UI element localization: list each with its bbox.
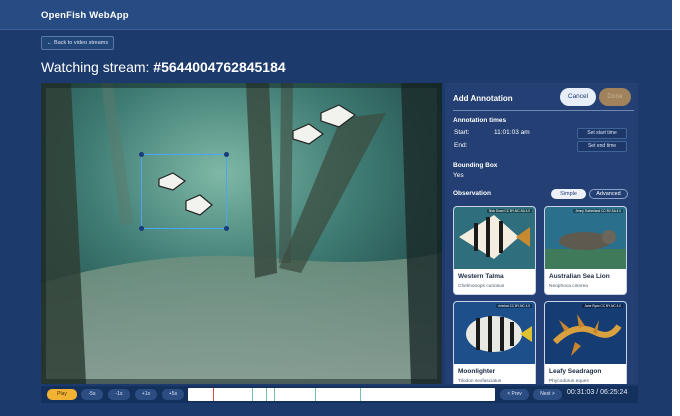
species-name: Western Talma [458,273,504,280]
bounding-box-value: Yes [453,172,464,179]
skip-back-5s-button[interactable]: -5s [81,389,103,400]
photo-credit: Jane Ryan CC BY-NC 4.0 [582,304,623,308]
species-photo: Jane Ryan CC BY-NC 4.0 [545,302,626,364]
observation-heading: Observation [453,190,491,197]
bounding-box-heading: Bounding Box [453,162,498,169]
current-time: 00:31:03 [567,389,595,396]
species-scientific: Tilodon sexfasciatus [458,379,502,384]
timeline-scrubber[interactable] [188,388,495,401]
set-start-time-button[interactable]: Set start time [577,128,627,139]
video-player[interactable] [41,83,442,384]
photo-credit: riverkat CC BY-NC 4.0 [496,304,532,308]
photo-credit: Nick Doan CC BY-NC-SA 4.0 [486,209,532,213]
annotation-marker[interactable] [360,388,361,401]
species-photo: Jenny Sutherland CC BY-SA 4.0 [545,207,626,269]
video-frame [41,83,442,384]
annotation-marker[interactable] [266,388,267,401]
skip-forward-1s-button[interactable]: +1s [135,389,157,400]
stream-id: #5644004762845184 [153,59,286,75]
playback-controls: Play -5s -1s +1s +5s < Prev Next > 00:31… [41,386,638,403]
species-scientific: Phycodurus eques [549,379,589,384]
photo-credit: Jenny Sutherland CC BY-SA 4.0 [573,209,623,213]
playhead-marker [213,388,214,401]
start-label: Start: [454,129,470,136]
bounding-box[interactable] [139,152,229,231]
window-edge [672,0,680,416]
species-photo: riverkat CC BY-NC 4.0 [454,302,535,364]
species-card[interactable]: Nick Doan CC BY-NC-SA 4.0 Western Talma … [453,206,536,295]
annotation-marker[interactable] [274,388,275,401]
species-card[interactable]: Jane Ryan CC BY-NC 4.0 Leafy Seadragon P… [544,301,627,384]
annotation-heading: Add Annotation [453,94,513,103]
end-label: End: [454,142,468,149]
species-scientific: Chelmonops curiosus [458,284,505,289]
species-card[interactable]: riverkat CC BY-NC 4.0 Moonlighter Tilodo… [453,301,536,384]
set-end-time-button[interactable]: Set end time [577,141,627,152]
cancel-button[interactable]: Cancel [560,88,596,106]
annotation-marker[interactable] [252,388,253,401]
mode-advanced-toggle[interactable]: Advanced [589,189,628,199]
page-title-prefix: Watching stream: [41,59,154,75]
top-bar: OpenFish WebApp [0,0,672,30]
species-photo: Nick Doan CC BY-NC-SA 4.0 [454,207,535,269]
panel-divider [453,110,634,111]
skip-back-1s-button[interactable]: -1s [108,389,130,400]
bbox-handle-br[interactable] [224,226,229,231]
species-scientific: Neophoca cinerea [549,284,588,289]
app-title: OpenFish WebApp [41,10,129,21]
species-name: Moonlighter [458,368,496,375]
bbox-handle-tl[interactable] [139,152,144,157]
total-time: 06:25:24 [600,389,628,396]
mode-simple-toggle[interactable]: Simple [551,189,586,199]
skip-forward-5s-button[interactable]: +5s [162,389,184,400]
done-button[interactable]: Done [599,88,631,106]
annotation-panel: Add Annotation Cancel Done Annotation ti… [445,83,638,384]
bbox-handle-bl[interactable] [139,226,144,231]
species-name: Leafy Seadragon [549,368,602,375]
page-title: Watching stream: #5644004762845184 [41,59,286,75]
annotation-marker[interactable] [315,388,316,401]
bbox-handle-tr[interactable] [224,152,229,157]
next-annotation-button[interactable]: Next > [533,389,562,400]
species-name: Australian Sea Lion [549,273,610,280]
back-to-streams-button[interactable]: ← Back to video streams [41,36,115,50]
timecode: 00:31:03 / 06:25:24 [567,389,627,396]
start-time-value: 11:01:03 am [494,129,530,136]
play-button[interactable]: Play [47,389,77,400]
annotation-times-heading: Annotation times [453,117,507,124]
species-card[interactable]: Jenny Sutherland CC BY-SA 4.0 Australian… [544,206,627,295]
prev-annotation-button[interactable]: < Prev [500,389,529,400]
